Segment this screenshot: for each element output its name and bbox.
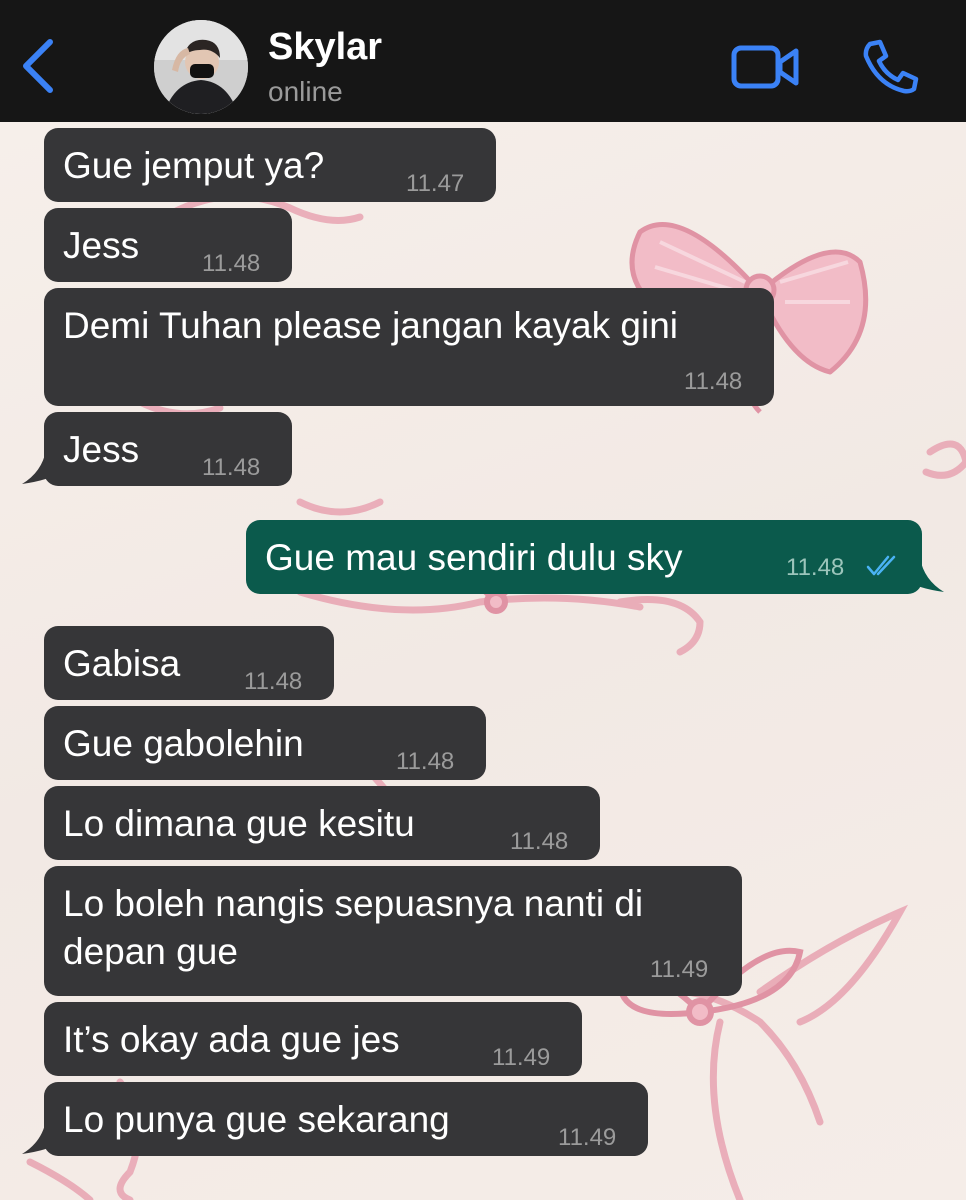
message-text: Gue gabolehin <box>63 723 304 764</box>
message-time: 11.48 <box>202 454 261 481</box>
voice-call-button[interactable] <box>858 38 920 94</box>
message-text: Lo boleh nangis sepuasnya nanti di <box>63 883 644 924</box>
phone-icon <box>863 39 919 94</box>
message-bubble-incoming[interactable]: Jess 11.48 <box>44 208 292 282</box>
message-text: Demi Tuhan please jangan kayak gini <box>63 305 678 346</box>
avatar-image <box>154 20 248 114</box>
message-time: 11.48 <box>202 250 261 277</box>
message-time: 11.47 <box>406 170 465 197</box>
message-bubble-incoming[interactable]: Lo boleh nangis sepuasnya nanti di depan… <box>44 866 742 996</box>
message-text: Gabisa <box>63 643 181 684</box>
message-text-line-2: depan gue <box>63 931 238 972</box>
message-text: It’s okay ada gue jes <box>63 1019 400 1060</box>
message-text: Jess <box>63 225 140 266</box>
message-time: 11.48 <box>786 554 845 581</box>
chat-header: Skylar online <box>0 0 966 122</box>
message-bubble-incoming[interactable]: It’s okay ada gue jes 11.49 <box>44 1002 582 1076</box>
chevron-left-icon <box>23 39 53 93</box>
message-time: 11.49 <box>492 1044 551 1071</box>
message-text: Lo punya gue sekarang <box>63 1099 450 1140</box>
message-text: Jess <box>63 429 140 470</box>
message-time: 11.48 <box>510 828 569 855</box>
message-time: 11.49 <box>558 1124 617 1151</box>
message-text: Gue jemput ya? <box>63 145 325 186</box>
message-bubble-incoming[interactable]: Lo dimana gue kesitu 11.48 <box>44 786 600 860</box>
video-camera-icon <box>731 45 799 89</box>
message-time: 11.48 <box>684 368 743 395</box>
message-text: Lo dimana gue kesitu <box>63 803 415 844</box>
message-text: Gue mau sendiri dulu sky <box>265 537 683 578</box>
message-bubble-outgoing[interactable]: Gue mau sendiri dulu sky 11.48 <box>246 520 922 594</box>
avatar[interactable] <box>154 20 248 114</box>
message-bubble-incoming[interactable]: Lo punya gue sekarang 11.49 <box>44 1082 648 1156</box>
message-bubble-incoming[interactable]: Gabisa 11.48 <box>44 626 334 700</box>
message-time: 11.48 <box>396 748 455 775</box>
message-bubble-incoming[interactable]: Jess 11.48 <box>44 412 292 486</box>
message-bubble-incoming[interactable]: Gue gabolehin 11.48 <box>44 706 486 780</box>
video-call-button[interactable] <box>730 42 802 92</box>
contact-name[interactable]: Skylar <box>268 26 382 69</box>
back-button[interactable] <box>16 36 60 96</box>
message-time: 11.49 <box>650 956 709 983</box>
double-check-icon <box>866 555 896 576</box>
message-bubble-incoming[interactable]: Gue jemput ya? 11.47 <box>44 128 496 202</box>
message-time: 11.48 <box>244 668 303 695</box>
message-list[interactable]: Gue jemput ya? 11.47 Jess 11.48 Demi Tuh… <box>0 122 966 1200</box>
message-bubble-incoming[interactable]: Demi Tuhan please jangan kayak gini 11.4… <box>44 288 774 406</box>
contact-status: online <box>268 76 343 107</box>
